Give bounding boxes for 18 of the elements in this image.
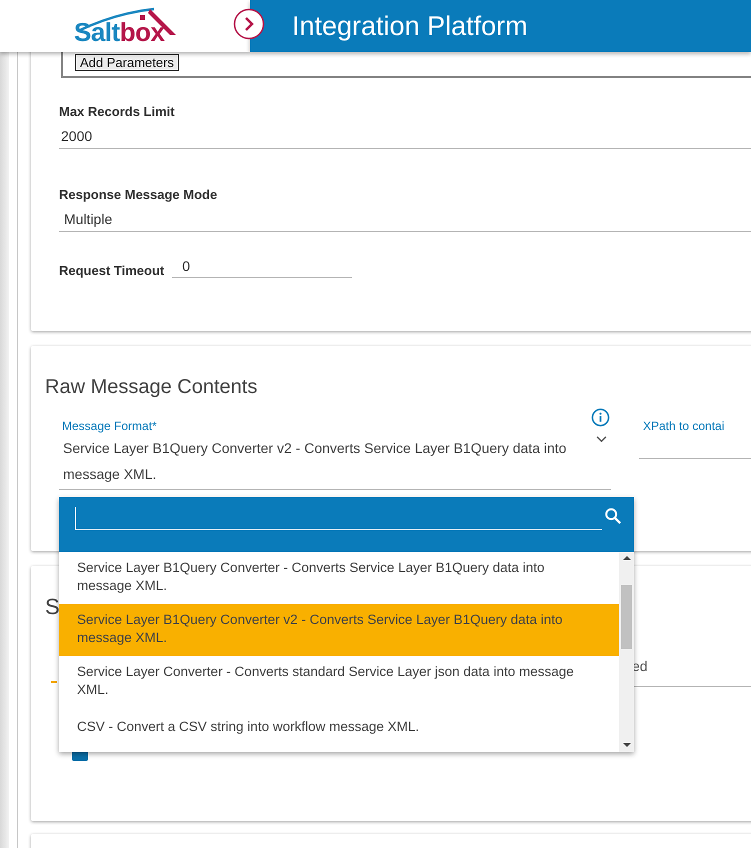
dropdown-option[interactable]: Service Layer B1Query Converter - Converts Service Layer B1Query data into message XML.	[59, 552, 619, 604]
add-parameters-button[interactable]: Add Parameters	[75, 54, 179, 71]
dropdown-option[interactable]: Service Layer Converter - Converts standard Service Layer json data into message XML.	[59, 656, 619, 708]
app-title: Integration Platform	[292, 10, 528, 42]
field-label: Message Format*	[61, 419, 158, 433]
input-field[interactable]: 2000	[59, 119, 751, 149]
dropdown-option[interactable]: CSV - Convert a CSV string into workflow message XML.	[59, 708, 619, 745]
dropdown-option[interactable]: Service Layer B1Query Converter v2 - Converts Service Layer B1Query data into message XML.	[59, 604, 619, 656]
input-field[interactable]: Multiple	[59, 202, 751, 232]
field-label: Max Records Limit	[59, 104, 176, 119]
section-title: Raw Message Contents	[45, 376, 258, 399]
field-label: Request Timeout	[59, 263, 164, 278]
message-format-select[interactable]: Service Layer B1Query Converter v2 - Converts Service Layer B1Query data into message XML.	[59, 433, 611, 489]
field-label: Response Message Mode	[59, 187, 218, 202]
input-field[interactable]: 0	[172, 258, 352, 278]
logo: Saltbox	[74, 7, 184, 47]
section-title: S	[45, 594, 60, 620]
xpath-field[interactable]: XPath to contai	[639, 419, 751, 459]
